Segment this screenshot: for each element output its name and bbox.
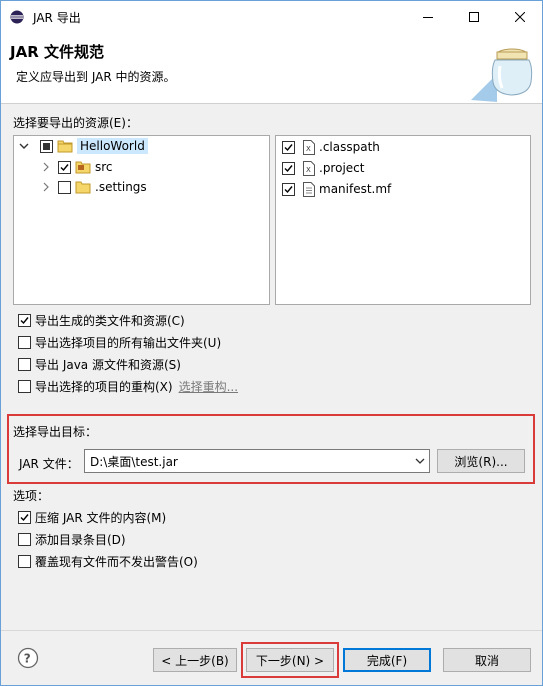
chevron-down-icon <box>415 458 425 464</box>
file-item-project[interactable]: X .project <box>282 158 364 178</box>
jar-file-label: JAR 文件： <box>19 457 79 471</box>
option-label: 导出 Java 源文件和资源(S) <box>35 357 181 372</box>
page-description: 定义应导出到 JAR 中的资源。 <box>16 70 176 84</box>
project-folder-icon <box>57 138 73 154</box>
page-title: JAR 文件规范 <box>10 43 104 61</box>
option-label: 压缩 JAR 文件的内容(M) <box>35 510 167 525</box>
cancel-button[interactable]: 取消 <box>443 648 531 672</box>
checkbox[interactable] <box>18 379 31 393</box>
tree-checkbox[interactable] <box>58 160 71 174</box>
browse-button[interactable]: 浏览(R)... <box>437 449 525 473</box>
file-item-classpath[interactable]: X .classpath <box>282 137 380 157</box>
options-label: 选项： <box>13 489 50 503</box>
overwrite-option[interactable]: 覆盖现有文件而不发出警告(O) <box>18 552 198 570</box>
resource-tree[interactable]: HelloWorld src .settings <box>13 135 270 305</box>
tree-item-label: .settings <box>95 180 147 194</box>
close-icon <box>515 11 525 22</box>
minimize-button[interactable] <box>405 1 451 32</box>
option-label: 导出选择项目的所有输出文件夹(U) <box>35 335 222 350</box>
option-label: 导出选择的项目的重构(X) <box>35 379 173 394</box>
checkbox[interactable] <box>18 510 31 524</box>
file-item-label: .classpath <box>319 140 380 154</box>
jar-icon <box>467 38 537 102</box>
tree-item-src[interactable]: src <box>40 157 113 177</box>
file-item-label: manifest.mf <box>319 182 392 196</box>
next-button[interactable]: 下一步(N) > <box>246 648 334 672</box>
file-item-label: .project <box>319 161 365 175</box>
collapsed-twisty-icon[interactable] <box>40 161 52 173</box>
package-folder-icon <box>75 159 91 175</box>
tree-item-label: HelloWorld <box>77 138 148 154</box>
file-checkbox[interactable] <box>282 182 295 196</box>
jar-file-combo[interactable]: D:\桌面\test.jar <box>84 449 430 473</box>
compress-option[interactable]: 压缩 JAR 文件的内容(M) <box>18 508 166 526</box>
tree-item-label: src <box>95 160 113 174</box>
checkbox[interactable] <box>18 335 31 349</box>
tree-item-settings[interactable]: .settings <box>40 177 147 197</box>
checkbox[interactable] <box>18 357 31 371</box>
minimize-icon <box>423 16 433 18</box>
resource-file-list[interactable]: X .classpath X .project manifest.mf <box>275 135 531 305</box>
option-label: 覆盖现有文件而不发出警告(O) <box>35 554 198 569</box>
export-class-files-option[interactable]: 导出生成的类文件和资源(C) <box>18 311 185 329</box>
checkbox[interactable] <box>18 554 31 568</box>
footer-separator <box>1 630 542 631</box>
file-checkbox[interactable] <box>282 140 295 154</box>
jar-file-value: D:\桌面\test.jar <box>90 454 178 469</box>
collapsed-twisty-icon[interactable] <box>40 181 52 193</box>
add-directory-entries-option[interactable]: 添加目录条目(D) <box>18 530 126 548</box>
file-item-manifest[interactable]: manifest.mf <box>282 179 391 199</box>
resources-label: 选择要导出的资源(E)： <box>13 116 138 130</box>
export-java-source-option[interactable]: 导出 Java 源文件和资源(S) <box>18 355 181 373</box>
expand-twisty-icon[interactable] <box>18 140 30 152</box>
text-file-icon <box>301 181 317 197</box>
svg-text:?: ? <box>24 652 31 666</box>
back-button[interactable]: < 上一步(B) <box>153 648 237 672</box>
checkbox[interactable] <box>18 532 31 546</box>
svg-text:X: X <box>306 145 311 153</box>
close-button[interactable] <box>497 1 543 32</box>
xml-file-icon: X <box>301 139 317 155</box>
option-label: 导出生成的类文件和资源(C) <box>35 313 185 328</box>
select-refactorings-link[interactable]: 选择重构... <box>179 378 238 395</box>
checkbox[interactable] <box>18 313 31 327</box>
finish-button[interactable]: 完成(F) <box>343 648 431 672</box>
destination-label: 选择导出目标： <box>13 425 98 439</box>
xml-file-icon: X <box>301 160 317 176</box>
tree-checkbox[interactable] <box>40 139 53 153</box>
folder-icon <box>75 179 91 195</box>
maximize-button[interactable] <box>451 1 497 32</box>
eclipse-icon <box>10 10 24 24</box>
help-icon[interactable]: ? <box>17 647 39 669</box>
jar-export-dialog: JAR 导出 JAR 文件规范 定义应导出到 JAR 中的资源。 选择要导出的资… <box>0 0 543 686</box>
svg-text:X: X <box>306 166 311 174</box>
wizard-header: JAR 文件规范 定义应导出到 JAR 中的资源。 <box>1 32 542 104</box>
tree-item-helloworld[interactable]: HelloWorld <box>18 136 148 156</box>
window-title: JAR 导出 <box>33 11 81 25</box>
tree-checkbox[interactable] <box>58 180 71 194</box>
export-output-folders-option[interactable]: 导出选择项目的所有输出文件夹(U) <box>18 333 221 351</box>
maximize-icon <box>469 11 479 22</box>
export-refactorings-option[interactable]: 导出选择的项目的重构(X) 选择重构... <box>18 377 238 395</box>
file-checkbox[interactable] <box>282 161 295 175</box>
option-label: 添加目录条目(D) <box>35 532 126 547</box>
title-bar: JAR 导出 <box>1 1 542 32</box>
